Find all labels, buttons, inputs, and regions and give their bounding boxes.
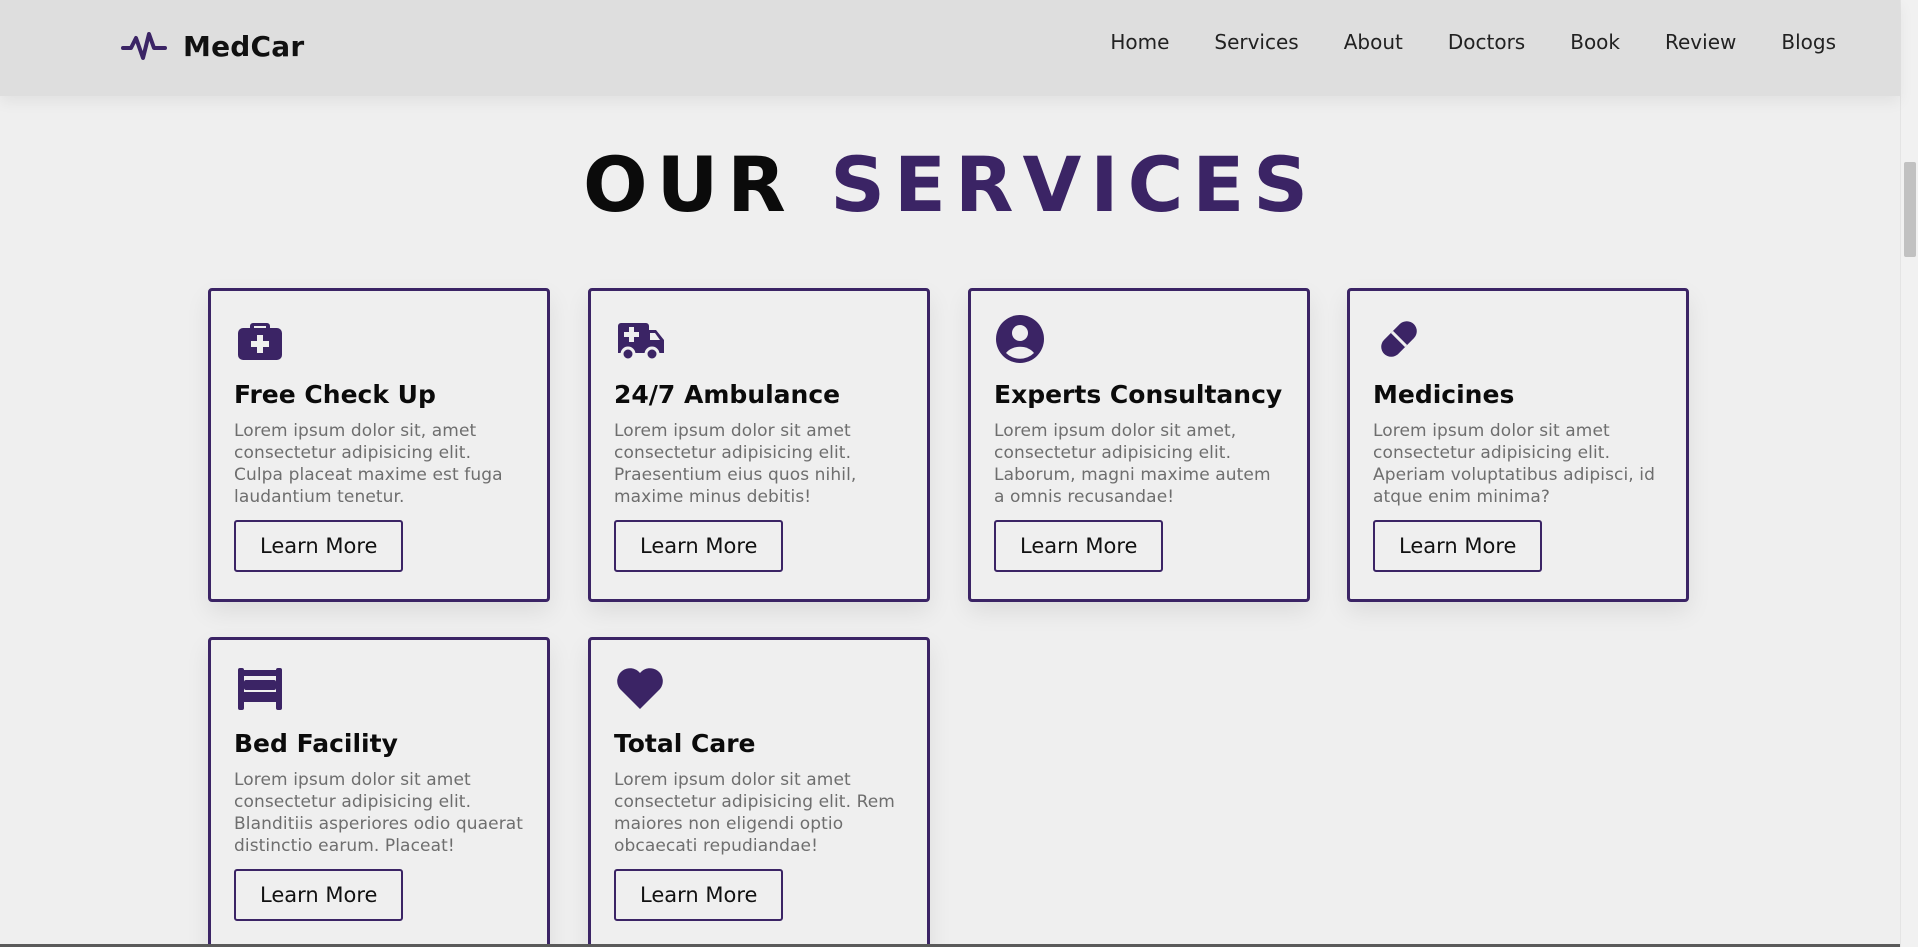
nav-blogs[interactable]: Blogs [1781,30,1836,54]
service-card-ambulance: 24/7 Ambulance Lorem ipsum dolor sit ame… [588,288,930,602]
vertical-scrollbar[interactable] [1900,0,1918,947]
heading-part-2: SERVICES [830,140,1317,229]
service-card-medicines: Medicines Lorem ipsum dolor sit amet con… [1347,288,1689,602]
heartbeat-icon [121,32,167,60]
service-card-total-care: Total Care Lorem ipsum dolor sit amet co… [588,637,930,947]
service-description: Lorem ipsum dolor sit amet, consectetur … [994,421,1271,507]
service-title: Bed Facility [234,729,398,758]
scrollbar-thumb[interactable] [1904,162,1916,257]
learn-more-button[interactable]: Learn More [1373,520,1543,572]
learn-more-button[interactable]: Learn More [994,520,1164,572]
ambulance-icon [618,323,664,362]
nav-home[interactable]: Home [1110,30,1169,54]
nav-doctors[interactable]: Doctors [1448,30,1525,54]
service-card-experts-consultancy: Experts Consultancy Lorem ipsum dolor si… [968,288,1310,602]
service-title: Free Check Up [234,380,436,409]
nav-review[interactable]: Review [1665,30,1736,54]
learn-more-button[interactable]: Learn More [234,869,404,921]
site-header: MedCar Home Services About Doctors Book … [0,0,1900,96]
learn-more-button[interactable]: Learn More [614,520,784,572]
service-description: Lorem ipsum dolor sit amet consectetur a… [1373,421,1656,507]
service-description: Lorem ipsum dolor sit, amet consectetur … [234,421,503,507]
service-title: Total Care [614,729,756,758]
service-description: Lorem ipsum dolor sit amet consectetur a… [614,770,895,856]
medical-kit-icon [238,323,282,360]
user-doctor-icon [996,315,1044,363]
heading-part-1: OUR [582,140,795,229]
learn-more-button[interactable]: Learn More [614,869,784,921]
service-card-free-check-up: Free Check Up Lorem ipsum dolor sit, ame… [208,288,550,602]
nav-about[interactable]: About [1344,30,1403,54]
nav-book[interactable]: Book [1570,30,1620,54]
bed-icon [238,668,282,710]
service-title: Experts Consultancy [994,380,1283,409]
brand-logo[interactable]: MedCar [121,26,304,66]
learn-more-button[interactable]: Learn More [234,520,404,572]
service-title: Medicines [1373,380,1515,409]
service-description: Lorem ipsum dolor sit amet consectetur a… [614,421,857,507]
heart-icon [617,668,663,709]
section-heading: OUR SERVICES [0,141,1900,229]
service-description: Lorem ipsum dolor sit amet consectetur a… [234,770,524,856]
service-card-bed-facility: Bed Facility Lorem ipsum dolor sit amet … [208,637,550,947]
service-title: 24/7 Ambulance [614,380,841,409]
main-nav: Home Services About Doctors Book Review … [1110,30,1836,54]
nav-services[interactable]: Services [1214,30,1298,54]
brand-name: MedCar [183,29,305,63]
pill-icon [1381,321,1417,357]
